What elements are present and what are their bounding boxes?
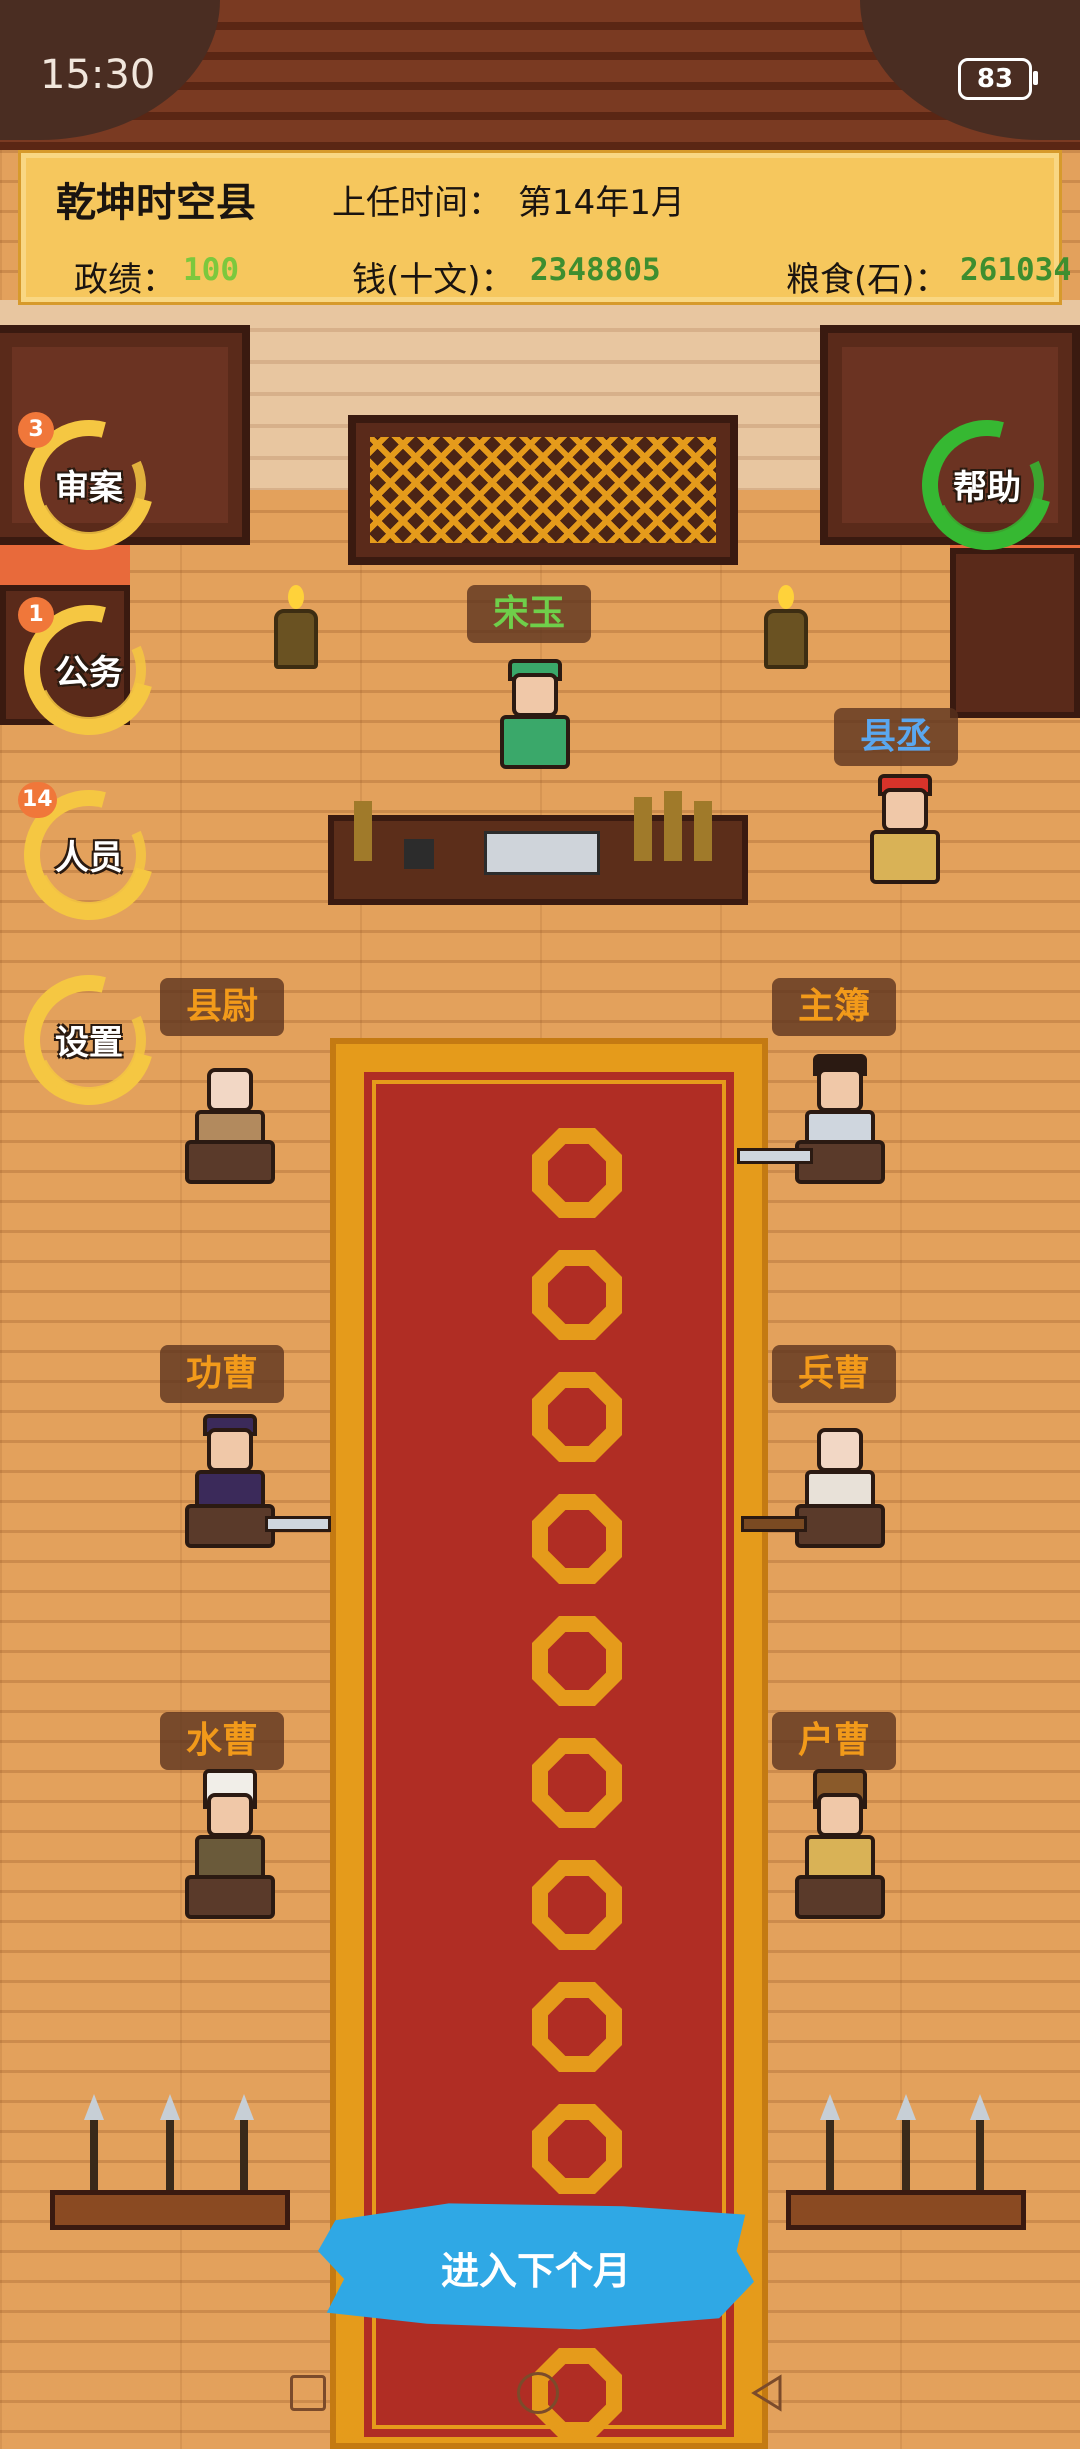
trial-label: 审案 bbox=[55, 468, 123, 508]
weapon-shelf-right bbox=[950, 548, 1080, 718]
household-officer-sprite[interactable] bbox=[795, 1769, 905, 1935]
battery-icon: 83 bbox=[958, 58, 1038, 100]
back-icon[interactable] bbox=[748, 2373, 788, 2413]
merit-label: 政绩： bbox=[74, 260, 176, 300]
settings-button[interactable]: 设置 bbox=[0, 951, 178, 1129]
magistrate-desk bbox=[328, 791, 748, 905]
lamp-left bbox=[268, 585, 324, 675]
deputy-name-tag: 县丞 bbox=[834, 708, 959, 766]
affairs-label: 公务 bbox=[55, 653, 123, 693]
county-name: 乾坤时空县 bbox=[56, 180, 256, 226]
registrar-name-tag: 主簿 bbox=[772, 978, 897, 1036]
term-value: 第14年1月 bbox=[518, 183, 685, 223]
help-button[interactable]: 帮助 bbox=[898, 396, 1076, 574]
affairs-button[interactable]: 公务 1 bbox=[0, 581, 178, 759]
merit-value: 100 bbox=[183, 252, 239, 288]
staff-badge: 14 bbox=[18, 782, 57, 818]
weapon-rack-right bbox=[786, 2094, 1026, 2240]
recent-apps-icon[interactable] bbox=[290, 2375, 326, 2411]
home-icon[interactable] bbox=[517, 2372, 559, 2414]
staff-button[interactable]: 人员 14 bbox=[0, 766, 178, 944]
commandant-sprite[interactable] bbox=[185, 1060, 295, 1190]
lamp-right bbox=[758, 585, 814, 675]
next-month-label: 进入下个月 bbox=[440, 2249, 631, 2293]
commandant-name-tag: 县尉 bbox=[160, 978, 285, 1036]
water-officer-name-tag: 水曹 bbox=[160, 1712, 285, 1770]
shelf-left-top bbox=[0, 545, 130, 589]
merit-officer-sprite[interactable] bbox=[185, 1414, 331, 1560]
military-officer-sprite[interactable] bbox=[741, 1420, 905, 1560]
grain-label: 粮食(石)： bbox=[786, 260, 949, 300]
household-officer-name-tag: 户曹 bbox=[772, 1712, 897, 1770]
money-label: 钱(十文)： bbox=[352, 260, 515, 300]
status-time: 15:30 bbox=[40, 52, 156, 98]
weapon-rack-left bbox=[50, 2094, 290, 2240]
help-label: 帮助 bbox=[953, 468, 1021, 508]
military-officer-name-tag: 兵曹 bbox=[772, 1345, 897, 1403]
registrar-sprite[interactable] bbox=[737, 1054, 905, 1190]
magistrate-sprite[interactable] bbox=[490, 659, 580, 785]
magistrate-name-tag: 宋玉 bbox=[467, 585, 592, 643]
settings-label: 设置 bbox=[55, 1023, 123, 1063]
grain-value: 261034 bbox=[960, 252, 1070, 288]
affairs-badge: 1 bbox=[18, 597, 54, 633]
trial-badge: 3 bbox=[18, 412, 54, 448]
term-label: 上任时间： bbox=[332, 183, 502, 223]
decorative-screen bbox=[348, 415, 738, 565]
water-officer-sprite[interactable] bbox=[185, 1769, 295, 1935]
staff-label: 人员 bbox=[55, 838, 123, 878]
trial-button[interactable]: 审案 3 bbox=[0, 396, 178, 574]
money-value: 2348805 bbox=[530, 252, 661, 288]
deputy-sprite[interactable] bbox=[860, 774, 950, 900]
merit-officer-name-tag: 功曹 bbox=[160, 1345, 285, 1403]
